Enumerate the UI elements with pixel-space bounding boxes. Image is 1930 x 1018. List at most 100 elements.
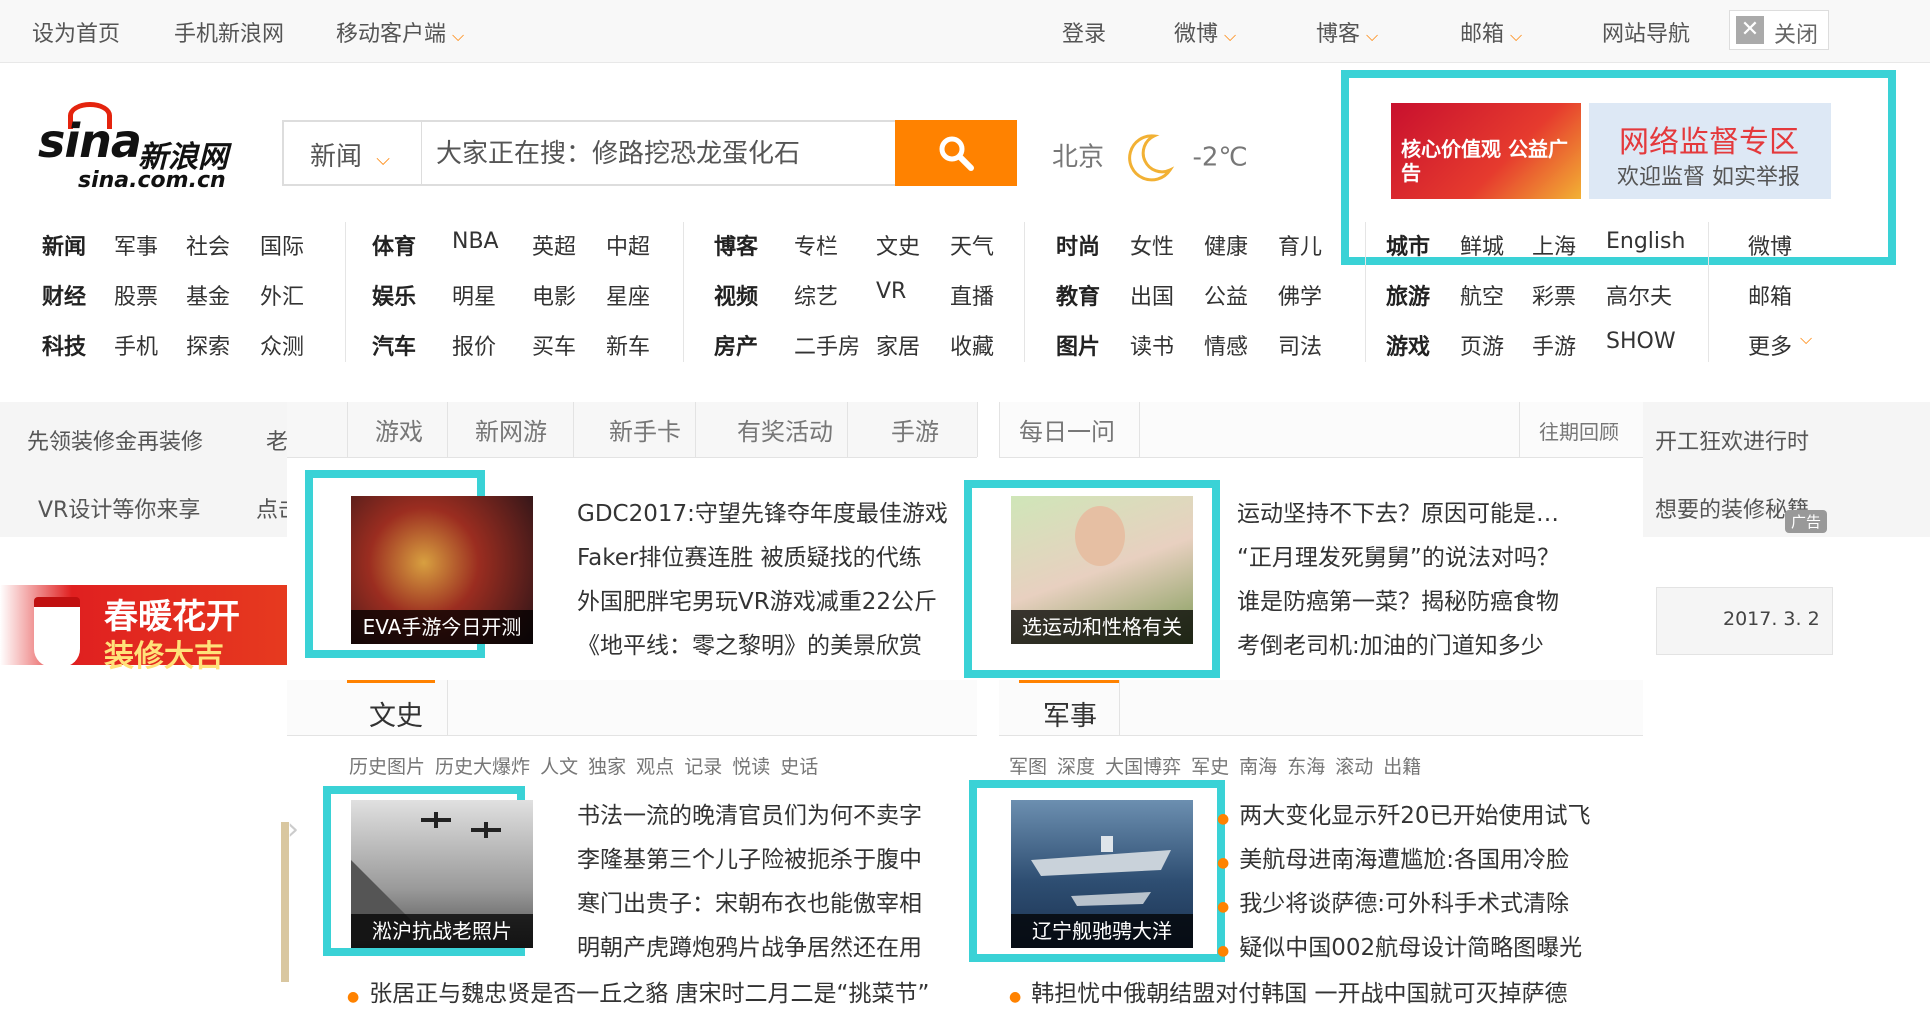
news-link[interactable]: 明朝产虎蹲炮鸦片战争居然还在用 <box>577 928 922 962</box>
news-link[interactable]: 谁是防癌第一菜？揭秘防癌食物 <box>1237 582 1559 616</box>
nav-item[interactable]: 军事 <box>114 229 158 261</box>
military-subnav[interactable]: 军图 深度 大国博弈 军史 南海 东海 滚动 出籍 <box>1009 752 1421 779</box>
nav-item[interactable]: 佛学 <box>1278 279 1322 311</box>
nav-item[interactable]: 航空 <box>1460 279 1504 311</box>
nav-item[interactable]: VR <box>876 279 906 304</box>
tab-game-2[interactable]: 新手卡 <box>609 412 681 447</box>
news-link[interactable]: 外国肥胖宅男玩VR游戏减重22公斤 <box>577 582 937 616</box>
nav-item[interactable]: 更多 <box>1748 329 1792 361</box>
nav-item[interactable]: 高尔夫 <box>1606 279 1672 311</box>
promo-link[interactable]: 开工狂欢进行时 <box>1655 424 1809 456</box>
nav-item[interactable]: 女性 <box>1130 229 1174 261</box>
tab-game-0[interactable]: 游戏 <box>375 412 423 447</box>
nav-item[interactable]: 星座 <box>606 279 650 311</box>
nav-item[interactable]: 公益 <box>1204 279 1248 311</box>
nav-item[interactable]: 文史 <box>876 229 920 261</box>
nav-item[interactable]: 中超 <box>606 229 650 261</box>
news-link[interactable]: 寒门出贵子：宋朝布衣也能傲宰相 <box>577 884 922 918</box>
news-link[interactable]: Faker排位赛连胜 被质疑找的代练 <box>577 538 922 572</box>
news-link[interactable]: “正月理发死舅舅”的说法对吗？ <box>1237 538 1560 572</box>
nav-item[interactable]: 邮箱 <box>1748 279 1792 311</box>
nav-item[interactable]: 新车 <box>606 329 650 361</box>
nav-item[interactable]: 汽车 <box>372 329 416 361</box>
news-link[interactable]: 考倒老司机:加油的门道知多少 <box>1237 626 1544 660</box>
nav-item[interactable]: 英超 <box>532 229 576 261</box>
nav-item[interactable]: 直播 <box>950 279 994 311</box>
promo-link[interactable]: 老 <box>266 424 288 456</box>
nav-item[interactable]: SHOW <box>1606 329 1676 354</box>
mobile-sina-link[interactable]: 手机新浪网 <box>174 16 284 48</box>
news-link[interactable]: ● 美航母进南海遭尴尬:各国用冷脸 <box>1217 840 1569 874</box>
spring-promo-banner[interactable]: 春暖花开 装修大吉 <box>0 585 287 674</box>
nav-item[interactable]: 二手房 <box>794 329 860 361</box>
mobile-client-menu[interactable]: 移动客户端 ⌵ <box>336 16 464 48</box>
nav-item[interactable]: 基金 <box>186 279 230 311</box>
news-link[interactable]: 运动坚持不下去？原因可能是… <box>1237 494 1559 528</box>
nav-item[interactable]: 股票 <box>114 279 158 311</box>
nav-item[interactable]: 育儿 <box>1278 229 1322 261</box>
nav-item[interactable]: 国际 <box>260 229 304 261</box>
nav-item[interactable]: 上海 <box>1532 229 1576 261</box>
nav-item[interactable]: 健康 <box>1204 229 1248 261</box>
nav-item[interactable]: 报价 <box>452 329 496 361</box>
nav-item[interactable]: 房产 <box>714 329 758 361</box>
nav-item[interactable]: 页游 <box>1460 329 1504 361</box>
history-picture[interactable]: 淞沪抗战老照片 <box>351 800 533 948</box>
nav-item[interactable]: 电影 <box>532 279 576 311</box>
news-link[interactable]: 李隆基第三个儿子险被扼杀于腹中 <box>577 840 922 874</box>
nav-item[interactable]: 手机 <box>114 329 158 361</box>
daily-picture[interactable]: 选运动和性格有关 <box>1011 496 1193 644</box>
mail-menu[interactable]: 邮箱 ⌵ <box>1460 16 1522 48</box>
close-button[interactable]: ✕ 关闭 <box>1729 10 1829 50</box>
nav-item[interactable]: 科技 <box>42 329 86 361</box>
sina-logo[interactable]: sina 新浪网 sina.com.cn <box>38 102 248 197</box>
news-link[interactable]: ● 疑似中国002航母设计简略图曝光 <box>1217 928 1582 962</box>
nav-item[interactable]: 综艺 <box>794 279 838 311</box>
nav-item[interactable]: 教育 <box>1056 279 1100 311</box>
nav-item[interactable]: 财经 <box>42 279 86 311</box>
chevron-right-icon[interactable]: › <box>287 812 299 847</box>
news-link[interactable]: 书法一流的晚清官员们为何不卖字 <box>577 796 922 830</box>
tab-game-1[interactable]: 新网游 <box>475 412 547 447</box>
nav-item[interactable]: 出国 <box>1130 279 1174 311</box>
nav-item[interactable]: English <box>1606 229 1685 254</box>
search-button[interactable] <box>895 120 1017 186</box>
nav-item[interactable]: 情感 <box>1204 329 1248 361</box>
game-picture[interactable]: EVA手游今日开测 <box>351 496 533 644</box>
nav-item[interactable]: 探索 <box>186 329 230 361</box>
search-input[interactable] <box>434 132 858 176</box>
military-picture[interactable]: 辽宁舰驰骋大洋 <box>1011 800 1193 948</box>
news-link[interactable]: ● 两大变化显示歼20已开始使用试飞 <box>1217 796 1591 830</box>
nav-item[interactable]: 社会 <box>186 229 230 261</box>
nav-item[interactable]: 图片 <box>1056 329 1100 361</box>
site-nav-link[interactable]: 网站导航 <box>1602 16 1690 48</box>
nav-item[interactable]: 微博 <box>1748 229 1792 261</box>
nav-item[interactable]: 众测 <box>260 329 304 361</box>
nav-item[interactable]: 家居 <box>876 329 920 361</box>
nav-item[interactable]: 买车 <box>532 329 576 361</box>
nav-item[interactable]: 体育 <box>372 229 416 261</box>
nav-item[interactable]: 彩票 <box>1532 279 1576 311</box>
nav-item[interactable]: 专栏 <box>794 229 838 261</box>
set-home-link[interactable]: 设为首页 <box>32 16 120 48</box>
nav-item[interactable]: 外汇 <box>260 279 304 311</box>
nav-item[interactable]: 娱乐 <box>372 279 416 311</box>
nav-item[interactable]: 城市 <box>1386 229 1430 261</box>
history-bottom-link[interactable]: ● 张居正与魏忠贤是否一丘之貉 唐宋时二月二是“挑菜节” <box>347 974 929 1008</box>
blog-menu[interactable]: 博客 ⌵ <box>1316 16 1378 48</box>
nav-item[interactable]: 视频 <box>714 279 758 311</box>
nav-item[interactable]: NBA <box>452 229 499 254</box>
nav-item[interactable]: 手游 <box>1532 329 1576 361</box>
archive-link[interactable]: 往期回顾 <box>1539 416 1619 445</box>
nav-item[interactable]: 收藏 <box>950 329 994 361</box>
tab-daily-question[interactable]: 每日一问 <box>1019 412 1115 447</box>
promo-link[interactable]: VR设计等你来享 <box>38 492 200 524</box>
military-bottom-link[interactable]: ● 韩担忧中俄朝结盟对付韩国 一开战中国就可灭掉萨德 <box>1009 974 1568 1008</box>
nav-item[interactable]: 明星 <box>452 279 496 311</box>
nav-item[interactable]: 时尚 <box>1056 229 1100 261</box>
news-link[interactable]: 《地平线：零之黎明》的美景欣赏 <box>577 626 922 660</box>
history-subnav[interactable]: 历史图片 历史大爆炸 人文 独家 观点 记录 悦读 史话 <box>349 752 818 779</box>
history-title[interactable]: 文史 <box>369 694 423 733</box>
nav-item[interactable]: 旅游 <box>1386 279 1430 311</box>
nav-item[interactable]: 司法 <box>1278 329 1322 361</box>
